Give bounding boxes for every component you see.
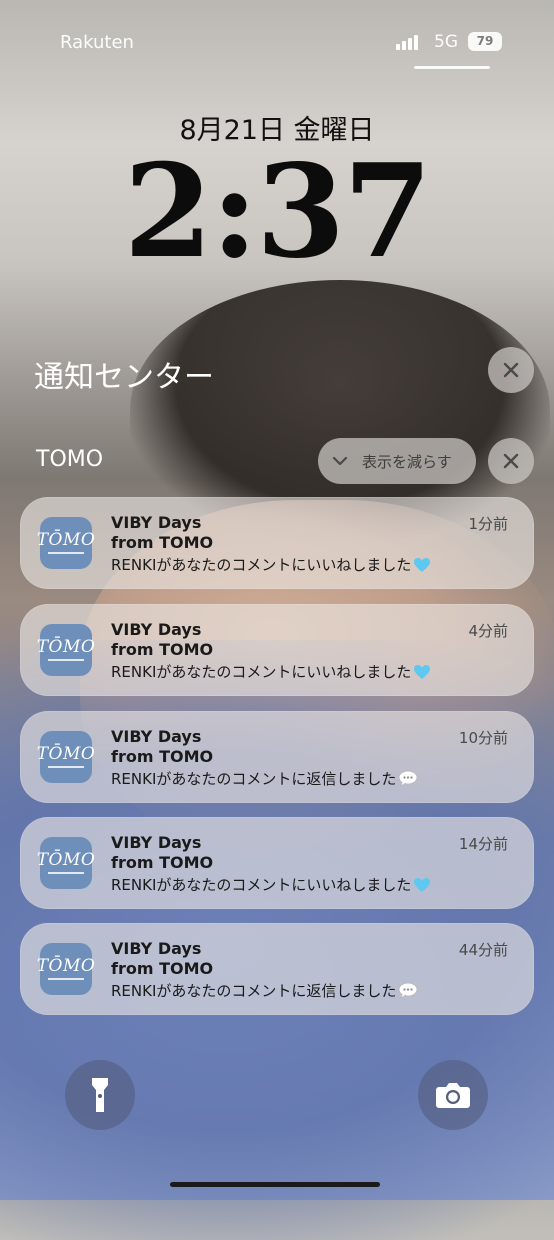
blue-heart-icon xyxy=(414,878,431,892)
speech-bubble-icon xyxy=(398,982,418,999)
notification-title: VIBY Days xyxy=(111,833,202,852)
notification-subtitle: from TOMO xyxy=(111,640,214,659)
tomo-app-icon: TŌMO xyxy=(37,624,95,676)
notification-subtitle: from TOMO xyxy=(111,959,214,978)
chevron-down-icon xyxy=(332,456,348,466)
camera-icon xyxy=(436,1083,470,1108)
notification-center-title: 通知センター xyxy=(34,360,214,395)
blue-heart-icon xyxy=(414,665,431,679)
notification-time: 44分前 xyxy=(458,941,508,959)
clear-all-button[interactable] xyxy=(488,347,534,393)
notification-message: RENKIがあなたのコメントにいいねしました xyxy=(111,554,431,575)
notification-title: VIBY Days xyxy=(111,620,202,639)
tomo-app-icon: TŌMO xyxy=(37,517,95,569)
flashlight-button[interactable] xyxy=(65,1060,135,1130)
notification-message: RENKIがあなたのコメントに返信しました xyxy=(111,768,418,789)
camera-button[interactable] xyxy=(418,1060,488,1130)
control-center-indicator[interactable] xyxy=(414,66,490,69)
battery-icon: 79 xyxy=(468,32,502,51)
clear-group-button[interactable] xyxy=(488,438,534,484)
notification-subtitle: from TOMO xyxy=(111,853,214,872)
home-indicator[interactable] xyxy=(170,1182,380,1187)
close-icon xyxy=(503,453,519,469)
notification-title: VIBY Days xyxy=(111,727,202,746)
notification-card[interactable]: TŌMO VIBY Days from TOMO RENKIがあなたのコメントに… xyxy=(20,817,534,909)
notification-message: RENKIがあなたのコメントにいいねしました xyxy=(111,874,431,895)
notification-title: VIBY Days xyxy=(111,513,202,532)
notification-card[interactable]: TŌMO VIBY Days from TOMO RENKIがあなたのコメントに… xyxy=(20,604,534,696)
notification-time: 1分前 xyxy=(468,515,508,533)
lock-time: 2:37 xyxy=(123,137,432,287)
notification-time: 10分前 xyxy=(458,729,508,747)
notification-card[interactable]: TŌMO VIBY Days from TOMO RENKIがあなたのコメントに… xyxy=(20,711,534,803)
carrier-label: Rakuten xyxy=(60,32,134,53)
notification-message: RENKIがあなたのコメントに返信しました xyxy=(111,980,418,1001)
show-less-button[interactable]: 表示を減らす xyxy=(318,438,476,484)
show-less-label: 表示を減らす xyxy=(362,452,452,471)
signal-strength-icon xyxy=(396,34,418,50)
notification-subtitle: from TOMO xyxy=(111,747,214,766)
notification-time: 14分前 xyxy=(458,835,508,853)
network-type: 5G xyxy=(434,32,458,52)
group-app-name: TOMO xyxy=(36,447,104,472)
notification-message: RENKIがあなたのコメントにいいねしました xyxy=(111,661,431,682)
tomo-app-icon: TŌMO xyxy=(37,837,95,889)
speech-bubble-icon xyxy=(398,770,418,787)
close-icon xyxy=(503,362,519,378)
flashlight-icon xyxy=(92,1078,108,1112)
status-bar: Rakuten 5G 79 xyxy=(0,30,554,56)
notification-subtitle: from TOMO xyxy=(111,533,214,552)
tomo-app-icon: TŌMO xyxy=(37,943,95,995)
notification-card[interactable]: TŌMO VIBY Days from TOMO RENKIがあなたのコメントに… xyxy=(20,497,534,589)
blue-heart-icon xyxy=(414,558,431,572)
notification-card[interactable]: TŌMO VIBY Days from TOMO RENKIがあなたのコメントに… xyxy=(20,923,534,1015)
notification-title: VIBY Days xyxy=(111,939,202,958)
notification-time: 4分前 xyxy=(468,622,508,640)
tomo-app-icon: TŌMO xyxy=(37,731,95,783)
